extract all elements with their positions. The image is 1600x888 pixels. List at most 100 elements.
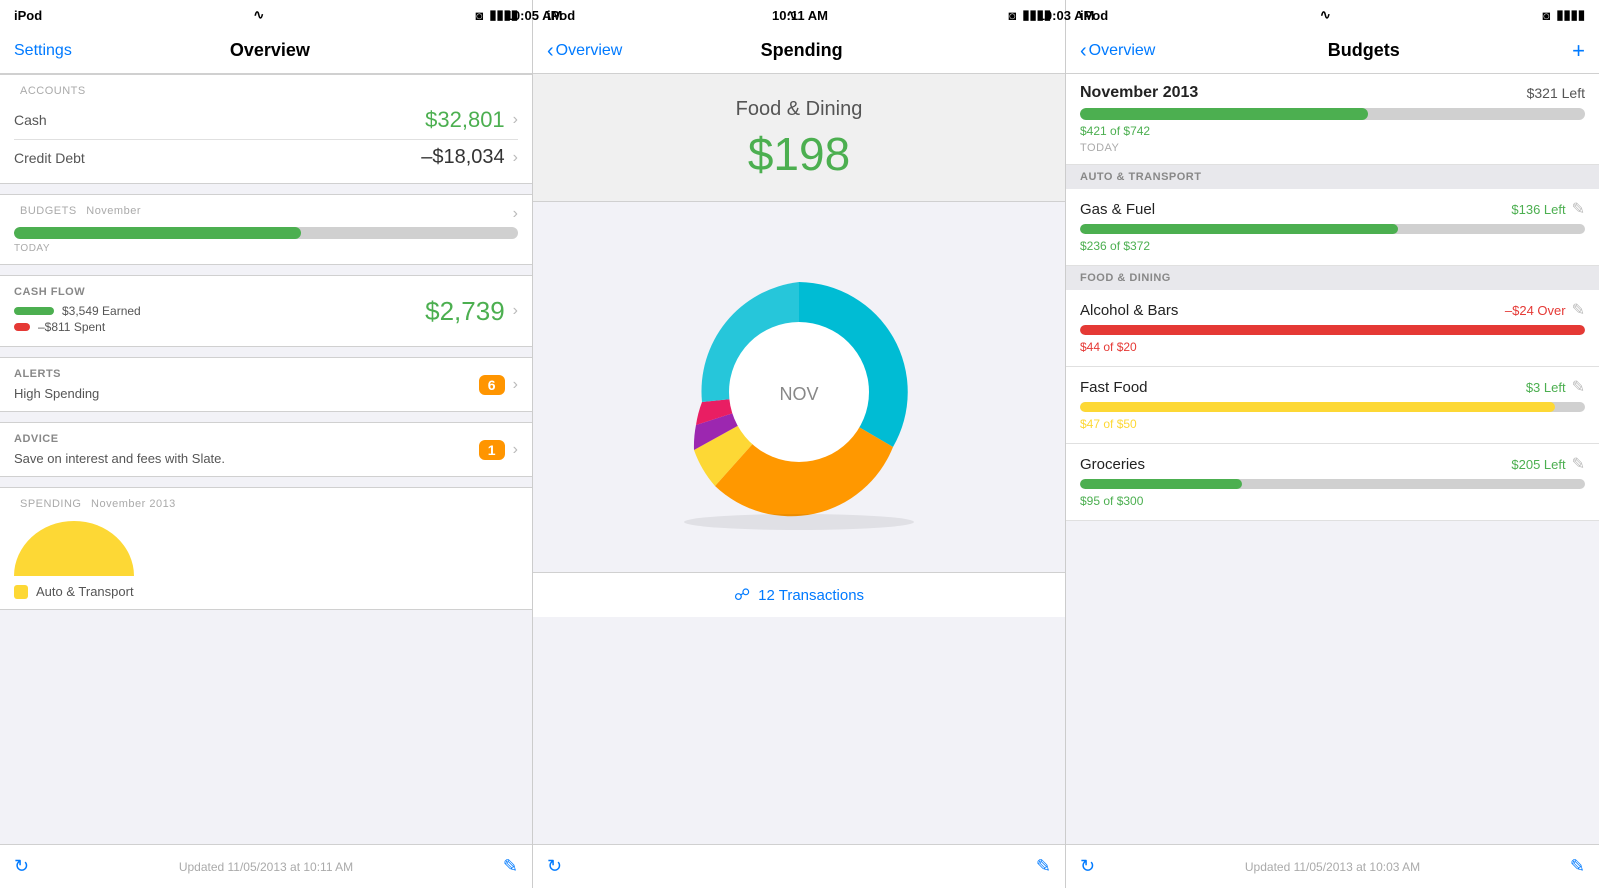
spending-label: SPENDING November 2013 — [14, 498, 518, 510]
groceries-progress-text: $95 of $300 — [1080, 494, 1143, 508]
november-progress-bar — [1080, 108, 1585, 120]
budgets-progress-fill — [14, 227, 301, 239]
november-left: $321 Left — [1527, 85, 1585, 101]
alcohol-bars-bar-row — [1080, 325, 1585, 335]
chart-amount: $198 — [547, 127, 1051, 181]
cash-chevron: › — [513, 111, 518, 129]
groceries-bar-fill — [1080, 479, 1242, 489]
groceries-edit[interactable]: ✎ — [1572, 454, 1585, 474]
advice-section[interactable]: ADVICE Save on interest and fees with Sl… — [0, 422, 532, 477]
gas-fuel-edit[interactable]: ✎ — [1572, 199, 1585, 219]
settings-button[interactable]: Settings — [14, 42, 72, 60]
panel-spending: iPod ∿ 10:05 AM ◙ ▮▮▮▮ ‹ Overview Spendi… — [533, 0, 1066, 888]
cashflow-label: CASH FLOW — [14, 286, 141, 298]
credit-label: Credit Debt — [14, 150, 85, 166]
groceries-name: Groceries — [1080, 456, 1145, 473]
cashflow-earned-bar — [14, 307, 54, 315]
fast-food-status: $3 Left — [1526, 380, 1566, 395]
auto-transport-header: AUTO & TRANSPORT — [1066, 165, 1599, 189]
credit-value: –$18,034 — [421, 146, 504, 169]
november-section: November 2013 $321 Left $421 of $742 TOD… — [1066, 74, 1599, 165]
cashflow-section[interactable]: CASH FLOW $3,549 Earned –$811 Spent $2,7… — [0, 275, 532, 347]
november-spent: $421 of $742 — [1080, 124, 1150, 138]
spending-pie-preview — [14, 516, 134, 576]
battery-icon-3: ▮▮▮▮ — [1556, 7, 1585, 23]
panel-budgets: iPod ∿ 10:03 AM ◙ ▮▮▮▮ ‹ Overview Budget… — [1066, 0, 1599, 888]
carrier-1: iPod — [14, 8, 42, 23]
cashflow-earned-label: $3,549 Earned — [62, 304, 141, 318]
transactions-bar[interactable]: ☍ 12 Transactions — [533, 572, 1065, 617]
fast-food-item[interactable]: Fast Food $3 Left ✎ $47 of $50 — [1066, 367, 1599, 444]
alcohol-bars-bar-fill — [1080, 325, 1585, 335]
spending-section[interactable]: SPENDING November 2013 Auto & Transport — [0, 487, 532, 610]
add-budget-button[interactable]: + — [1572, 38, 1585, 64]
refresh-icon-2[interactable]: ↻ — [547, 856, 562, 877]
november-today: TODAY — [1080, 142, 1585, 154]
fast-food-edit[interactable]: ✎ — [1572, 377, 1585, 397]
overview-scroll[interactable]: ACCOUNTS Cash $32,801 › Credit Debt –$18… — [0, 74, 532, 844]
cash-label: Cash — [14, 112, 47, 128]
credit-row[interactable]: Credit Debt –$18,034 › — [14, 142, 518, 173]
alcohol-bars-bar-container — [1080, 325, 1585, 335]
groceries-bar-row — [1080, 479, 1585, 489]
cashflow-total: $2,739 — [425, 296, 505, 327]
donut-chart: NOV — [639, 232, 959, 552]
updated-text-3: Updated 11/05/2013 at 10:03 AM — [1245, 860, 1420, 874]
cashflow-spent-bar — [14, 323, 30, 331]
groceries-item[interactable]: Groceries $205 Left ✎ $95 of $300 — [1066, 444, 1599, 521]
nov-header-row: November 2013 $321 Left — [1080, 84, 1585, 102]
back-label-2: Overview — [556, 42, 623, 60]
gas-fuel-bar-fill — [1080, 224, 1398, 234]
chart-area: NOV — [533, 202, 1065, 572]
legend-dot — [14, 585, 28, 599]
cashflow-chevron: › — [513, 302, 518, 320]
groceries-row: Groceries $205 Left ✎ — [1080, 454, 1585, 474]
status-bar-3: iPod ∿ 10:03 AM ◙ ▮▮▮▮ — [1066, 0, 1599, 28]
bluetooth-icon-2: ◙ — [1009, 8, 1017, 23]
donut-svg: NOV — [639, 232, 959, 552]
cash-row[interactable]: Cash $32,801 › — [14, 103, 518, 137]
advice-badge: 1 — [479, 440, 505, 460]
gas-fuel-item[interactable]: Gas & Fuel $136 Left ✎ $236 of $372 — [1066, 189, 1599, 266]
alcohol-bars-name: Alcohol & Bars — [1080, 302, 1178, 319]
bottom-bar-1: ↻ Updated 11/05/2013 at 10:11 AM ✎ — [0, 844, 532, 888]
alcohol-bars-row: Alcohol & Bars –$24 Over ✎ — [1080, 300, 1585, 320]
gas-fuel-name: Gas & Fuel — [1080, 201, 1155, 218]
budgets-scroll[interactable]: November 2013 $321 Left $421 of $742 TOD… — [1066, 74, 1599, 844]
fast-food-row: Fast Food $3 Left ✎ — [1080, 377, 1585, 397]
back-button-3[interactable]: ‹ Overview — [1080, 41, 1155, 61]
legend-label: Auto & Transport — [36, 584, 134, 599]
budgets-label: BUDGETS November — [14, 205, 141, 217]
budgets-section[interactable]: BUDGETS November › TODAY — [0, 194, 532, 265]
alcohol-bars-status: –$24 Over — [1505, 303, 1566, 318]
refresh-icon-3[interactable]: ↻ — [1080, 856, 1095, 877]
accounts-section: ACCOUNTS Cash $32,801 › Credit Debt –$18… — [0, 74, 532, 184]
alerts-label: ALERTS — [14, 368, 99, 380]
budgets-title: Budgets — [1328, 40, 1400, 61]
alerts-sublabel: High Spending — [14, 386, 99, 401]
refresh-icon-1[interactable]: ↻ — [14, 856, 29, 877]
edit-icon-3[interactable]: ✎ — [1570, 856, 1585, 877]
transactions-icon: ☍ — [734, 585, 750, 605]
alcohol-bars-item[interactable]: Alcohol & Bars –$24 Over ✎ $44 of $20 — [1066, 290, 1599, 367]
gas-fuel-status: $136 Left — [1511, 202, 1565, 217]
back-arrow-3: ‹ — [1080, 41, 1087, 61]
gas-fuel-progress-text: $236 of $372 — [1080, 239, 1150, 253]
back-arrow-2: ‹ — [547, 41, 554, 61]
edit-icon-2[interactable]: ✎ — [1036, 856, 1051, 877]
nav-bar-1: Settings Overview — [0, 28, 532, 74]
spending-legend: Auto & Transport — [14, 584, 518, 599]
wifi-icon-3: ∿ — [1320, 7, 1331, 23]
bluetooth-icon-3: ◙ — [1543, 8, 1551, 23]
back-button-2[interactable]: ‹ Overview — [547, 41, 622, 61]
chart-category: Food & Dining — [547, 98, 1051, 121]
alerts-section[interactable]: ALERTS High Spending 6 › — [0, 357, 532, 412]
edit-icon-1[interactable]: ✎ — [503, 856, 518, 877]
alcohol-bars-edit[interactable]: ✎ — [1572, 300, 1585, 320]
overview-title: Overview — [230, 40, 310, 61]
groceries-bar-container — [1080, 479, 1585, 489]
bluetooth-icon: ◙ — [476, 8, 484, 23]
gas-fuel-bar-row — [1080, 224, 1585, 234]
nav-bar-3: ‹ Overview Budgets + — [1066, 28, 1599, 74]
nav-bar-2: ‹ Overview Spending — [533, 28, 1065, 74]
